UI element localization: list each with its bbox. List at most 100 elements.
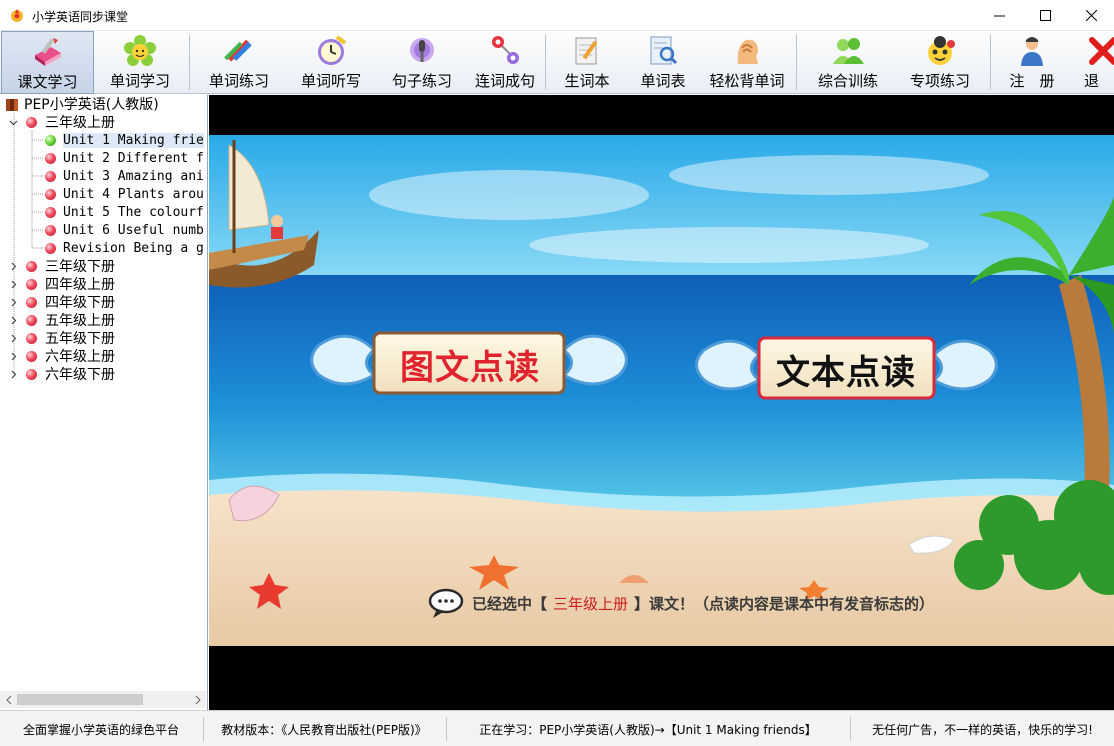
toolbar-word-list-button[interactable]: 单词表 xyxy=(628,31,698,94)
chevron-right-icon[interactable] xyxy=(8,351,18,361)
toolbar-label: 连词成句 xyxy=(474,72,535,90)
grade-dot-icon xyxy=(26,296,37,308)
chevron-right-icon[interactable] xyxy=(8,261,18,271)
toolbar-word-study-button[interactable]: 单词学习 xyxy=(95,31,185,94)
chevron-right-icon[interactable] xyxy=(8,333,18,343)
unit-dot-icon xyxy=(45,188,56,200)
toolbar: 课文学习 单词学习 单词练习 单词听写 句子练习 连词成句 生词本 单词表 轻松… xyxy=(0,31,1114,94)
tree-unit-1[interactable]: Unit 1 Making frie xyxy=(45,131,204,149)
toolbar-register-button[interactable]: 注 册 xyxy=(998,31,1066,94)
toolbar-label: 课文学习 xyxy=(17,73,78,91)
tree-grade-4a[interactable]: 四年级上册 xyxy=(8,275,115,293)
tree-unit-6[interactable]: Unit 6 Useful numb xyxy=(45,221,204,239)
tree-grade-label: 三年级下册 xyxy=(45,259,115,275)
tree-horizontal-scrollbar[interactable] xyxy=(0,691,206,708)
toolbar-dictation-button[interactable]: 单词听写 xyxy=(288,31,374,94)
chevron-right-icon[interactable] xyxy=(8,279,18,289)
toolbar-sentence-practice-button[interactable]: 句子练习 xyxy=(379,31,465,94)
tree-unit-label: Unit 3 Amazing ani xyxy=(63,168,204,184)
user-icon xyxy=(1014,33,1050,69)
chevron-right-icon[interactable] xyxy=(8,369,18,379)
tree-grade-label: 五年级下册 xyxy=(45,331,115,347)
toolbar-special-practice-button[interactable]: 专项练习 xyxy=(896,31,984,94)
toolbar-label: 句子练习 xyxy=(391,72,452,90)
lesson-tree-panel: PEP小学英语(人教版) 三年级上册 Unit 1 Making frie Un… xyxy=(0,95,208,710)
tree-grade-3b[interactable]: 三年级下册 xyxy=(8,257,115,275)
toolbar-label: 单词表 xyxy=(640,72,686,90)
tree-grade-label: 四年级上册 xyxy=(45,277,115,293)
toolbar-label: 轻松背单词 xyxy=(709,72,785,90)
toolbar-label: 单词听写 xyxy=(300,72,361,90)
tree-grade-4b[interactable]: 四年级下册 xyxy=(8,293,115,311)
minimize-button[interactable] xyxy=(976,0,1022,31)
status-edition: 教材版本：《人民教育出版社(PEP版)》 xyxy=(221,722,427,737)
scroll-right-icon[interactable] xyxy=(189,691,206,708)
tree-root[interactable]: PEP小学英语(人教版) xyxy=(5,95,159,113)
tree-unit-label: Unit 2 Different f xyxy=(63,150,204,166)
flower-icon xyxy=(122,33,158,69)
toolbar-exit-button[interactable]: 退 xyxy=(1072,31,1114,94)
tree-unit-label: Unit 4 Plants arou xyxy=(63,186,204,202)
toolbar-label: 注 册 xyxy=(1009,72,1055,90)
head-icon xyxy=(729,33,765,69)
toolbar-text-study-button[interactable]: 课文学习 xyxy=(1,31,94,94)
grade-dot-icon xyxy=(26,260,37,272)
picture-read-label: 图文点读 xyxy=(400,348,540,388)
book-icon xyxy=(30,34,66,70)
toolbar-vocab-book-button[interactable]: 生词本 xyxy=(551,31,623,94)
pencils-icon xyxy=(221,33,257,69)
main-scene-area: 图文点读 文本点读 已经选中【 三年级上册 】课文！（点读内容是课本中有发音标志… xyxy=(209,95,1114,710)
tree-grade-6a[interactable]: 六年级上册 xyxy=(8,347,115,365)
toolbar-separator xyxy=(189,35,190,90)
chevron-down-icon[interactable] xyxy=(8,117,18,127)
tree-grade-3a[interactable]: 三年级上册 xyxy=(8,113,115,131)
tree-grade-label: 六年级上册 xyxy=(45,349,115,365)
grade-dot-icon xyxy=(26,368,37,380)
unit-dot-icon xyxy=(45,206,56,218)
toolbar-label: 专项练习 xyxy=(909,72,970,90)
toolbar-comprehensive-training-button[interactable]: 综合训练 xyxy=(804,31,892,94)
tree-unit-revision[interactable]: Revision Being a g xyxy=(45,239,204,257)
tree-unit-label: Unit 1 Making frie xyxy=(63,132,204,148)
hint-grade: 三年级上册 xyxy=(553,595,629,613)
toolbar-sentence-build-button[interactable]: 连词成句 xyxy=(469,31,541,94)
close-icon xyxy=(1085,10,1097,21)
maximize-icon xyxy=(1039,10,1051,21)
tree-unit-2[interactable]: Unit 2 Different f xyxy=(45,149,204,167)
ladybug-icon xyxy=(922,33,958,69)
maximize-button[interactable] xyxy=(1022,0,1068,31)
status-ad-text: 无任何广告，不一样的英语，快乐的学习! xyxy=(872,722,1093,737)
close-button[interactable] xyxy=(1068,0,1114,31)
unit-dot-icon xyxy=(45,242,56,254)
chevron-right-icon[interactable] xyxy=(8,315,18,325)
tree-unit-label: Unit 6 Useful numb xyxy=(63,222,204,238)
exit-icon xyxy=(1085,33,1114,69)
tree-grade-label: 五年级上册 xyxy=(45,313,115,329)
link-nodes-icon xyxy=(487,33,523,69)
grade-dot-icon xyxy=(26,350,37,362)
tree-grade-5a[interactable]: 五年级上册 xyxy=(8,311,115,329)
toolbar-word-practice-button[interactable]: 单词练习 xyxy=(195,31,283,94)
tree-grade-5b[interactable]: 五年级下册 xyxy=(8,329,115,347)
tree-unit-4[interactable]: Unit 4 Plants arou xyxy=(45,185,204,203)
tree-unit-3[interactable]: Unit 3 Amazing ani xyxy=(45,167,204,185)
toolbar-label: 单词学习 xyxy=(109,72,170,90)
unit-dot-icon xyxy=(45,170,56,182)
book-stack-icon xyxy=(6,98,18,111)
tree-grade-6b[interactable]: 六年级下册 xyxy=(8,365,115,383)
grade-dot-icon xyxy=(26,116,37,128)
toolbar-memorize-words-button[interactable]: 轻松背单词 xyxy=(702,31,792,94)
toolbar-separator xyxy=(990,35,991,90)
lesson-tree: PEP小学英语(人教版) 三年级上册 Unit 1 Making frie Un… xyxy=(0,95,206,691)
title-bar: 小学英语同步课堂 xyxy=(0,0,1114,31)
toolbar-label: 单词练习 xyxy=(208,72,269,90)
beach-background xyxy=(209,135,1114,646)
tree-grade-label: 六年级下册 xyxy=(45,367,115,383)
beach-scene: 图文点读 文本点读 已经选中【 三年级上册 】课文！（点读内容是课本中有发音标志… xyxy=(209,135,1114,646)
chevron-right-icon[interactable] xyxy=(8,297,18,307)
scroll-left-icon[interactable] xyxy=(0,691,17,708)
scrollbar-thumb[interactable] xyxy=(17,694,143,705)
text-read-label: 文本点读 xyxy=(776,353,916,393)
tree-unit-5[interactable]: Unit 5 The colourf xyxy=(45,203,204,221)
unit-dot-selected-icon xyxy=(45,134,56,146)
